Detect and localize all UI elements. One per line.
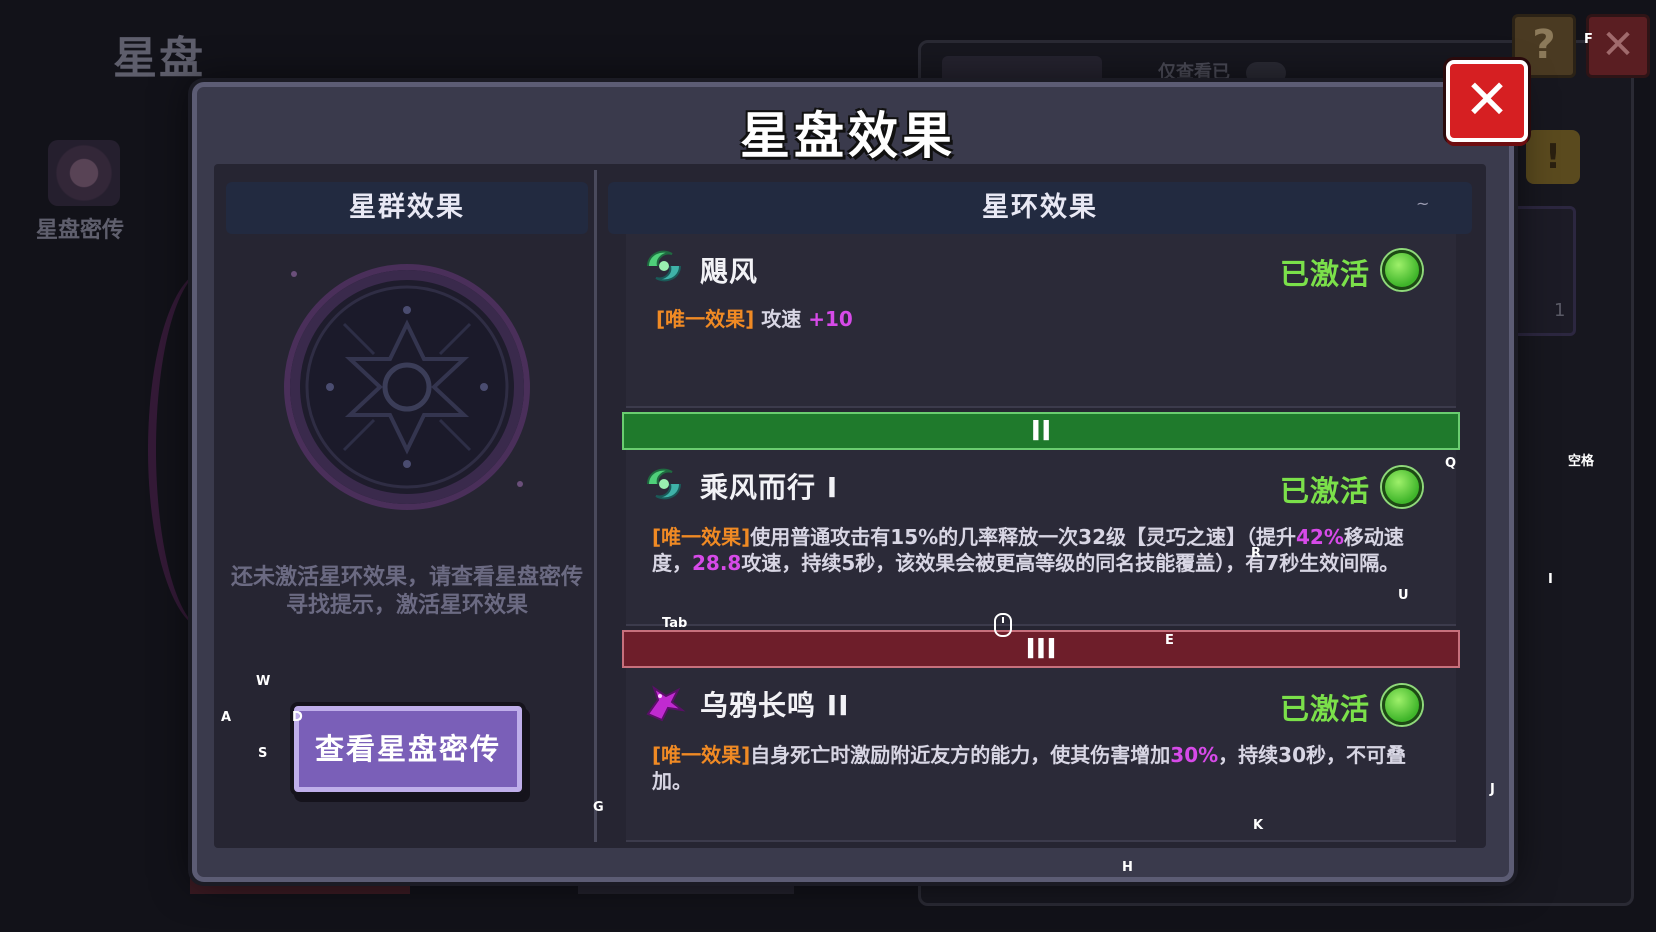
background-filter-label: 仅查看已 <box>1158 62 1230 83</box>
description-text: 攻速 <box>761 307 809 331</box>
no-effects-hint: 还未激活星环效果，请查看星盘密传寻找提示，激活星环效果 <box>230 565 583 618</box>
effect-description: [唯一效果] 攻速 +10 <box>656 306 1416 332</box>
key-hint-w: W <box>256 674 271 689</box>
effect-description: [唯一效果]自身死亡时激励附近友方的能力，使其伤害增加30%，持续30秒，不可叠… <box>652 742 1418 794</box>
key-hint-tab: Tab <box>662 616 688 631</box>
key-hint-a: A <box>221 710 232 725</box>
active-indicator-icon <box>1382 685 1422 725</box>
key-hint-r: R <box>1251 546 1262 561</box>
close-icon: ✕ <box>1586 14 1650 78</box>
highlight-value: 30% <box>1170 743 1219 767</box>
key-hint-e: E <box>1165 633 1174 648</box>
highlight-value: 28.8 <box>692 551 742 575</box>
key-hint-q: Q <box>1445 456 1457 471</box>
constellation-effects-header: 星群效果 <box>226 182 588 234</box>
dialog-title: 星盘效果 <box>740 107 956 165</box>
tilde-key-hint: ~ <box>1416 194 1430 213</box>
crow-icon <box>646 685 686 722</box>
key-hint-space: 空格 <box>1568 454 1595 469</box>
astrolabe-lore-icon <box>48 140 120 206</box>
astrolabe-disc-icon <box>284 264 530 510</box>
key-hint-u: U <box>1398 588 1409 603</box>
key-hint-h: H <box>1122 860 1133 875</box>
description-text: 使用普通攻击有15%的几率释放一次32级【灵巧之速】（提升 <box>750 525 1296 549</box>
effect-name: 飓风 <box>700 255 759 288</box>
highlight-value: 42% <box>1295 525 1344 549</box>
description-text: 自身死亡时激励附近友方的能力，使其伤害增加 <box>750 743 1171 767</box>
key-hint-f: F <box>1584 32 1593 47</box>
unique-effect-tag: [唯一效果] <box>656 307 755 331</box>
wind-swirl-icon <box>647 468 681 500</box>
wind-swirl-icon <box>647 250 681 282</box>
unique-effect-tag: [唯一效果] <box>652 525 751 549</box>
ring-effects-header: 星环效果 <box>608 182 1472 234</box>
background-filter-toggle <box>1246 62 1286 84</box>
active-indicator-icon <box>1382 250 1422 290</box>
tier-3-divider: III <box>622 630 1460 668</box>
close-dialog-button[interactable]: ✕ <box>1446 60 1528 142</box>
effect-description: [唯一效果]使用普通攻击有15%的几率释放一次32级【灵巧之速】（提升42%移动… <box>652 524 1418 576</box>
tier-2-divider: II <box>622 412 1460 450</box>
unique-effect-tag: [唯一效果] <box>652 743 751 767</box>
background-page-title: 星盘 <box>113 33 205 84</box>
effect-status: 已激活 <box>1280 692 1371 726</box>
background-card-count: 1 <box>1554 300 1566 321</box>
effect-name: 乌鸦长鸣 II <box>700 689 850 722</box>
key-hint-d: D <box>292 710 303 725</box>
key-hint-s: S <box>258 746 268 761</box>
highlight-value: +10 <box>808 307 853 331</box>
key-hint-k: K <box>1253 818 1264 833</box>
exclamation-icon: ! <box>1526 130 1580 184</box>
effect-status: 已激活 <box>1280 474 1371 508</box>
view-astrolabe-lore-button[interactable]: 查看星盘密传 <box>294 706 522 792</box>
close-icon: ✕ <box>1464 68 1510 131</box>
effect-status: 已激活 <box>1280 257 1371 291</box>
effect-name: 乘风而行 I <box>700 471 839 504</box>
description-text: 攻速，持续5秒，该效果会被更高等级的同名技能覆盖），有7秒生效间隔。 <box>741 551 1400 575</box>
key-hint-i: I <box>1548 572 1553 587</box>
column-divider <box>594 170 597 842</box>
active-indicator-icon <box>1382 467 1422 507</box>
key-hint-g: G <box>593 800 604 815</box>
sidebar-item-astrolabe-lore: 星盘密传 <box>36 218 125 243</box>
key-hint-j: J <box>1490 782 1495 797</box>
mouse-icon <box>994 613 1012 637</box>
